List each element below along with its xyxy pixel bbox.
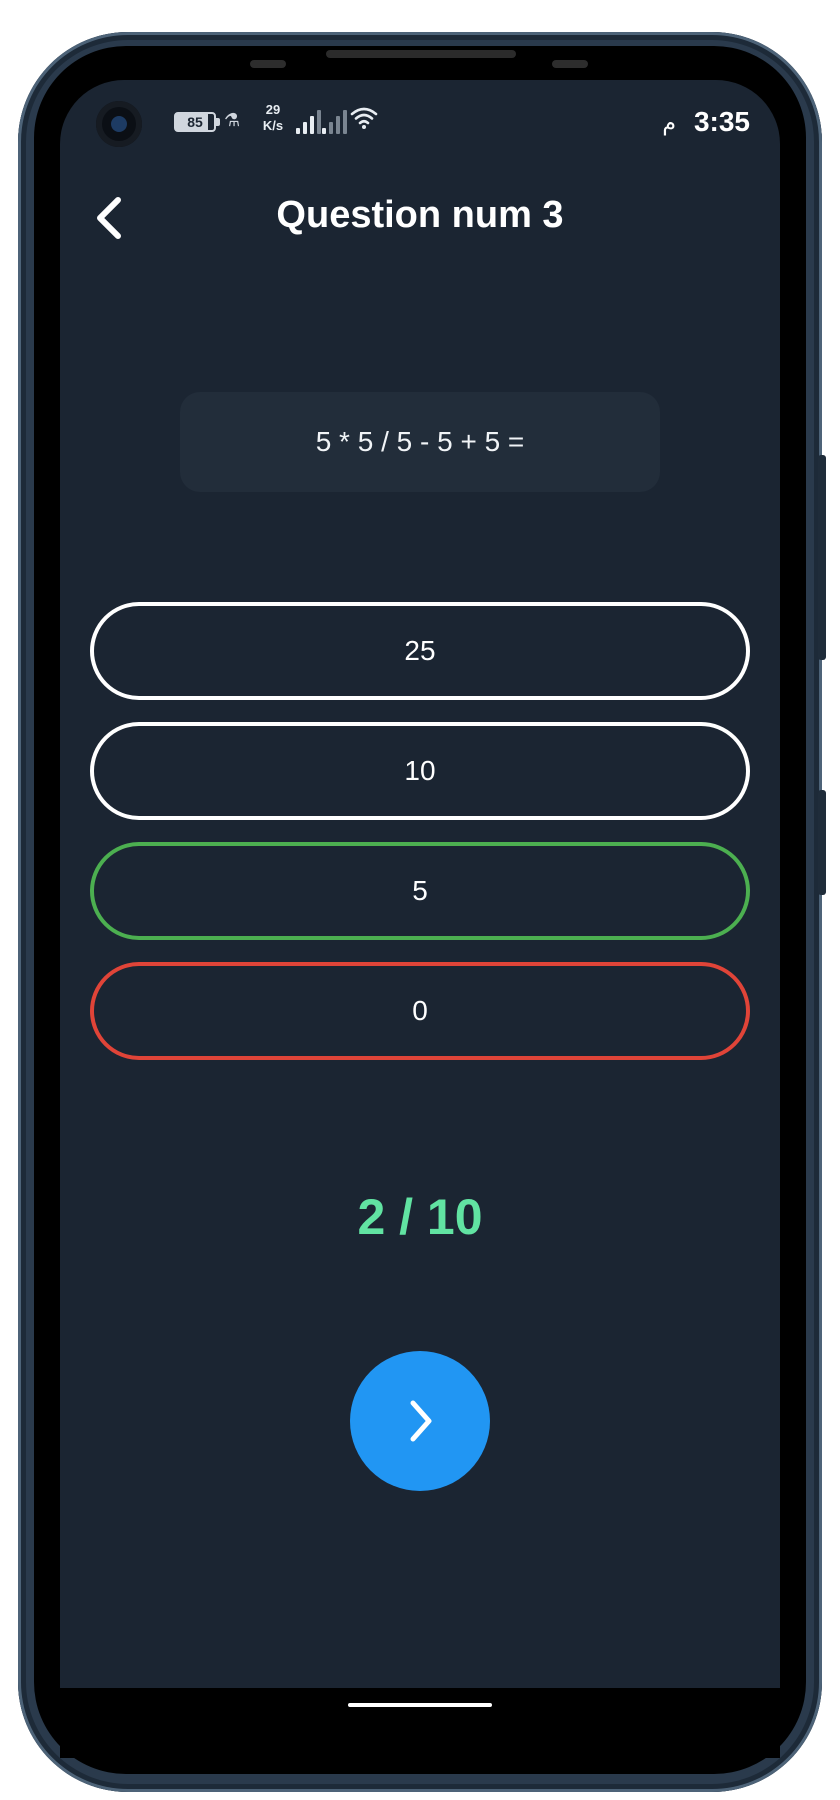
signal-strength-icon [296, 108, 324, 134]
volume-button [818, 790, 826, 895]
chevron-right-icon [410, 1400, 432, 1442]
answer-label: 0 [412, 995, 428, 1026]
question-text: 5 * 5 / 5 - 5 + 5 = [315, 426, 525, 457]
answer-label: 5 [412, 875, 428, 906]
answer-option-2[interactable]: 10 [90, 722, 750, 820]
network-speed-unit: K/s [262, 118, 284, 133]
earpiece-speaker [326, 50, 516, 58]
answer-label: 25 [404, 635, 436, 666]
sensor-left [250, 60, 286, 68]
question-card: 5 * 5 / 5 - 5 + 5 = [180, 392, 660, 492]
wifi-icon [350, 106, 378, 136]
home-indicator[interactable] [348, 1703, 492, 1707]
battery-icon: 85 [174, 112, 216, 132]
navigation-bar [60, 1688, 780, 1758]
page-title: Question num 3 [276, 194, 564, 236]
sensor-right [552, 60, 588, 68]
front-camera [96, 101, 142, 147]
answer-option-3-correct[interactable]: 5 [90, 842, 750, 940]
signal-strength-2-icon [322, 108, 350, 134]
network-speed: 29 K/s [256, 102, 290, 134]
answer-option-1[interactable]: 25 [90, 602, 750, 700]
am-pm-indicator: م [662, 110, 676, 135]
battery-level: 85 [187, 114, 203, 130]
answer-option-4-wrong[interactable]: 0 [90, 962, 750, 1060]
flask-icon: ⚗ [224, 110, 241, 130]
power-button [818, 455, 826, 660]
battery-tip [216, 118, 220, 126]
network-speed-value: 29 [265, 102, 281, 117]
app-screen: 85 ⚗ 29 K/s م 3:35 Question num 3 5 * 5 … [60, 80, 780, 1690]
answer-label: 10 [404, 755, 436, 786]
status-clock: 3:35 [693, 106, 750, 137]
score-counter: 2 / 10 [357, 1189, 483, 1245]
next-question-button[interactable] [350, 1351, 490, 1491]
